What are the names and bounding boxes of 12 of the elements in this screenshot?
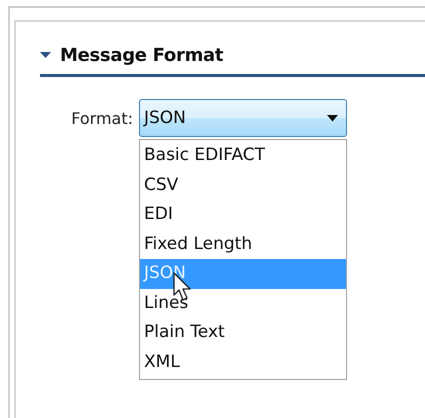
dropdown-option[interactable]: Plain Text	[140, 318, 346, 348]
format-label: Format:	[70, 108, 133, 128]
caret-icon	[327, 114, 338, 122]
dropdown-option[interactable]: XML	[140, 348, 346, 377]
collapse-icon[interactable]	[40, 50, 51, 60]
dropdown-option[interactable]: EDI	[140, 200, 346, 230]
dropdown-option[interactable]: CSV	[140, 170, 346, 200]
format-dropdown[interactable]: JSON	[139, 99, 347, 137]
dropdown-option[interactable]: Fixed Length	[140, 230, 346, 259]
dropdown-option[interactable]: Lines	[140, 288, 346, 318]
dropdown-option[interactable]: Basic EDIFACT	[140, 141, 346, 170]
section-title: Message Format	[60, 44, 224, 66]
